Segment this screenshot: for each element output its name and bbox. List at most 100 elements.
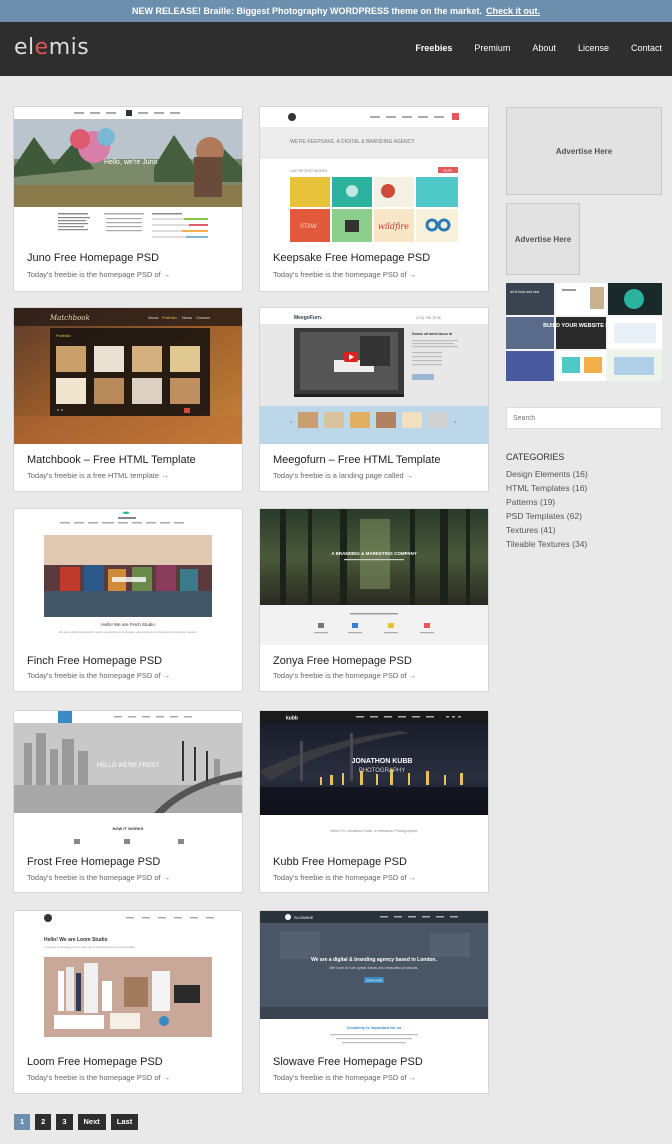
category-link[interactable]: Patterns (19) [506,497,588,511]
nav-about[interactable]: About [532,43,556,53]
slowave-logo: SLOWAVE [294,915,314,920]
post-excerpt: Today's freebie is the homepage PSD of → [27,1073,171,1082]
loom-heading: Hello! We are Loom Studio [44,937,108,943]
announcement-text: NEW RELEASE! Braille: Biggest Photograph… [131,6,483,16]
zonya-heading: A BRANDING & MARKETING COMPANY [331,551,417,556]
category-link[interactable]: Textures (41) [506,525,588,539]
post-excerpt: Today's freebie is the homepage PSD of → [273,671,417,680]
post-card[interactable]: Hello! We are Finch Studio We are a digi… [13,508,243,692]
post-title[interactable]: Frost Free Homepage PSD [27,856,160,868]
post-title[interactable]: Loom Free Homepage PSD [27,1056,163,1068]
pagination: 1 2 3 Next Last [14,1114,139,1130]
post-excerpt: Today's freebie is a free HTML template … [27,471,169,480]
meegofurn-heading: Donec sit amet lacus id [412,332,452,336]
next-page-button[interactable]: Next [77,1114,106,1130]
post-card[interactable]: SLOWAVE We are a digital & branding agen… [259,910,489,1094]
post-title[interactable]: Juno Free Homepage PSD [27,252,159,264]
keepsake-stamp: STAW [300,224,317,230]
kubb-intro: Hello! I'm Jonathon Kubb, a freelance Ph… [330,829,418,833]
keepsake-tagline: WE'RE KEEPSAKE. A DIGITAL & BRANDING AGE… [290,139,415,145]
ad-slot-small[interactable]: Advertise Here [506,203,580,275]
page-3-button[interactable]: 3 [56,1114,73,1130]
category-link[interactable]: Design Elements (16) [506,469,588,483]
svg-text:›: › [454,419,456,426]
last-page-button[interactable]: Last [110,1114,139,1130]
search-input[interactable] [506,407,662,429]
post-excerpt: Today's freebie is the homepage PSD of → [27,270,171,279]
matchbook-heading: Portfolio [56,333,71,338]
page-1-button[interactable]: 1 [14,1114,31,1130]
banner-top-text: all of bold and new [510,290,540,294]
site-logo[interactable]: elemis [14,35,89,60]
post-card[interactable]: Matchbook About Portfolio News Contact P… [13,307,243,492]
post-card[interactable]: A BRANDING & MARKETING COMPANY Zonya Fre… [259,508,489,692]
post-title[interactable]: Slowave Free Homepage PSD [273,1056,423,1068]
keepsake-badge: MORE [443,169,452,173]
post-thumbnail[interactable]: SLOWAVE We are a digital & branding agen… [260,911,488,1047]
logo-accent: e [34,35,49,60]
meegofurn-phone: (123) 756 78 56 [416,316,441,320]
juno-headline: Hello, we're Juno [104,159,158,166]
post-thumbnail[interactable]: Matchbook About Portfolio News Contact P… [14,308,242,444]
site-header: elemis Freebies Premium About License Co… [0,22,672,76]
post-thumbnail[interactable]: Hello, we're Juno [14,107,242,243]
post-thumbnail[interactable]: Hello! We are Loom Studio a creative hom… [14,911,242,1047]
post-title[interactable]: Zonya Free Homepage PSD [273,655,412,667]
category-link[interactable]: HTML Templates (16) [506,483,588,497]
post-excerpt: Today's freebie is the homepage PSD of → [27,671,171,680]
svg-text:‹: ‹ [290,419,292,426]
nav-premium[interactable]: Premium [474,43,510,53]
logo-part: mis [48,35,90,60]
matchbook-logo: Matchbook [49,314,90,322]
post-card[interactable]: Hello! We are Loom Studio a creative hom… [13,910,243,1094]
post-title[interactable]: Meegofurn – Free HTML Template [273,454,441,466]
slowave-heading: We are a digital & branding agency based… [311,957,437,963]
post-card[interactable]: WE'RE KEEPSAKE. A DIGITAL & BRANDING AGE… [259,106,489,292]
slowave-section: Creativity is important for us [347,1025,402,1030]
post-card[interactable]: HELLO WE'RE FROST HOW IT WORKS Frost Fre… [13,710,243,893]
loom-sub: a creative homepage but from their top o… [44,945,135,949]
post-card[interactable]: MeegoFurn. (123) 756 78 56 Donec sit ame… [259,307,489,492]
slowave-sub: We love to turn great ideas into beautif… [329,965,418,970]
matchbook-nav-item: Contact [196,315,211,320]
banner-ad[interactable]: all of bold and new BUILD YOUR WEBSITE N… [506,283,662,381]
post-title[interactable]: Matchbook – Free HTML Template [27,454,196,466]
page-2-button[interactable]: 2 [35,1114,52,1130]
announcement-bar: NEW RELEASE! Braille: Biggest Photograph… [0,0,672,22]
keepsake-script: wildfire [378,222,409,231]
finch-intro: We are a digital photography studio spec… [59,630,198,634]
main-nav: Freebies Premium About License Contact [393,43,662,53]
post-thumbnail[interactable]: kubb JONATHON KUBB PHOTOGRAPHY Hello! I'… [260,711,488,847]
ad-label: Advertise Here [514,234,572,244]
slowave-cta: LEARN MORE [366,980,383,983]
nav-license[interactable]: License [578,43,609,53]
post-thumbnail[interactable]: WE'RE KEEPSAKE. A DIGITAL & BRANDING AGE… [260,107,488,243]
post-thumbnail[interactable]: MeegoFurn. (123) 756 78 56 Donec sit ame… [260,308,488,444]
nav-freebies[interactable]: Freebies [415,43,452,53]
meegofurn-logo: MeegoFurn. [294,315,323,321]
kubb-name: JONATHON KUBB [352,758,413,765]
post-thumbnail[interactable]: Hello! We are Finch Studio We are a digi… [14,509,242,645]
ad-slot-large[interactable]: Advertise Here [506,107,662,195]
matchbook-nav-item: About [148,315,159,320]
post-thumbnail[interactable]: HELLO WE'RE FROST HOW IT WORKS [14,711,242,847]
category-link[interactable]: Tileable Textures (34) [506,539,588,553]
post-thumbnail[interactable]: A BRANDING & MARKETING COMPANY [260,509,488,645]
post-excerpt: Today's freebie is the homepage PSD of → [27,873,171,882]
matchbook-nav-item: News [182,315,192,320]
frost-heading: HELLO WE'RE FROST [97,763,160,769]
post-title[interactable]: Kubb Free Homepage PSD [273,856,407,868]
post-title[interactable]: Keepsake Free Homepage PSD [273,252,430,264]
keepsake-section: OUR RECENT WORKS [290,169,328,173]
frost-section: HOW IT WORKS [113,826,144,831]
post-card[interactable]: kubb JONATHON KUBB PHOTOGRAPHY Hello! I'… [259,710,489,893]
nav-contact[interactable]: Contact [631,43,662,53]
logo-part: el [14,35,35,60]
announcement-link[interactable]: Check it out. [486,6,540,16]
category-link[interactable]: PSD Templates (62) [506,511,588,525]
categories-heading: CATEGORIES [506,452,565,462]
kubb-role: PHOTOGRAPHY [359,768,406,774]
post-title[interactable]: Finch Free Homepage PSD [27,655,162,667]
categories-list: Design Elements (16) HTML Templates (16)… [506,469,588,553]
post-card[interactable]: Hello, we're Juno Juno Free Homepage PSD… [13,106,243,292]
